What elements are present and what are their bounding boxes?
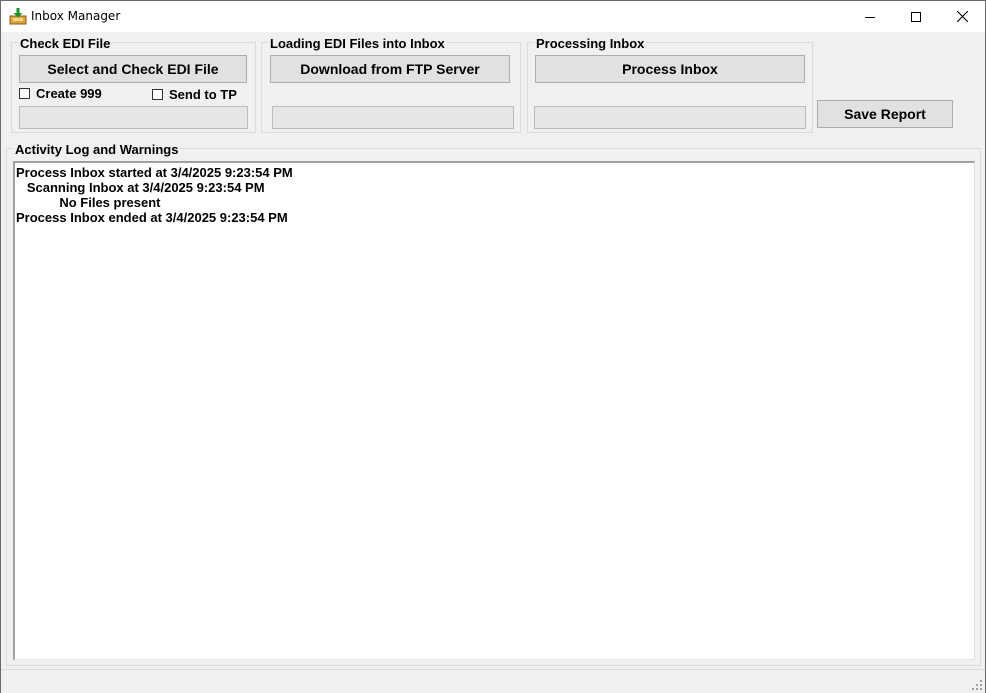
- resize-grip-icon[interactable]: [971, 679, 983, 691]
- select-and-check-edi-button[interactable]: Select and Check EDI File: [19, 55, 247, 83]
- loading-progress-bar: [272, 106, 514, 129]
- send-to-tp-checkbox[interactable]: Send to TP: [152, 87, 237, 102]
- log-line: Scanning Inbox at 3/4/2025 9:23:54 PM: [16, 180, 265, 195]
- check-edi-progress-bar: [19, 106, 248, 129]
- window-title: Inbox Manager: [31, 9, 121, 23]
- create-999-checkbox[interactable]: Create 999: [19, 86, 102, 101]
- maximize-button[interactable]: [893, 1, 939, 32]
- process-inbox-button[interactable]: Process Inbox: [535, 55, 805, 83]
- check-edi-group-title: Check EDI File: [18, 36, 113, 51]
- create-999-checkbox-box[interactable]: [19, 88, 30, 99]
- inbox-download-icon: [9, 8, 27, 25]
- close-icon: [956, 11, 968, 22]
- processing-inbox-group-title: Processing Inbox: [534, 36, 647, 51]
- processing-progress-bar: [534, 106, 806, 129]
- maximize-icon: [911, 11, 921, 22]
- create-999-label: Create 999: [36, 86, 102, 101]
- minimize-button[interactable]: [847, 1, 893, 32]
- send-to-tp-label: Send to TP: [169, 87, 237, 102]
- close-button[interactable]: [939, 1, 985, 32]
- title-bar[interactable]: Inbox Manager: [1, 1, 985, 32]
- minimize-icon: [865, 16, 875, 18]
- log-line: Process Inbox ended at 3/4/2025 9:23:54 …: [16, 210, 288, 225]
- activity-log-textbox[interactable]: Process Inbox started at 3/4/2025 9:23:5…: [13, 161, 975, 660]
- status-bar: [1, 669, 985, 693]
- log-line: No Files present: [16, 195, 161, 210]
- send-to-tp-checkbox-box[interactable]: [152, 89, 163, 100]
- save-report-button[interactable]: Save Report: [817, 100, 953, 128]
- loading-edi-group-title: Loading EDI Files into Inbox: [268, 36, 447, 51]
- activity-log-title: Activity Log and Warnings: [13, 142, 181, 157]
- download-from-ftp-button[interactable]: Download from FTP Server: [270, 55, 510, 83]
- log-line: Process Inbox started at 3/4/2025 9:23:5…: [16, 165, 293, 180]
- inbox-manager-window: Inbox Manager Check EDI File Select and …: [0, 0, 986, 693]
